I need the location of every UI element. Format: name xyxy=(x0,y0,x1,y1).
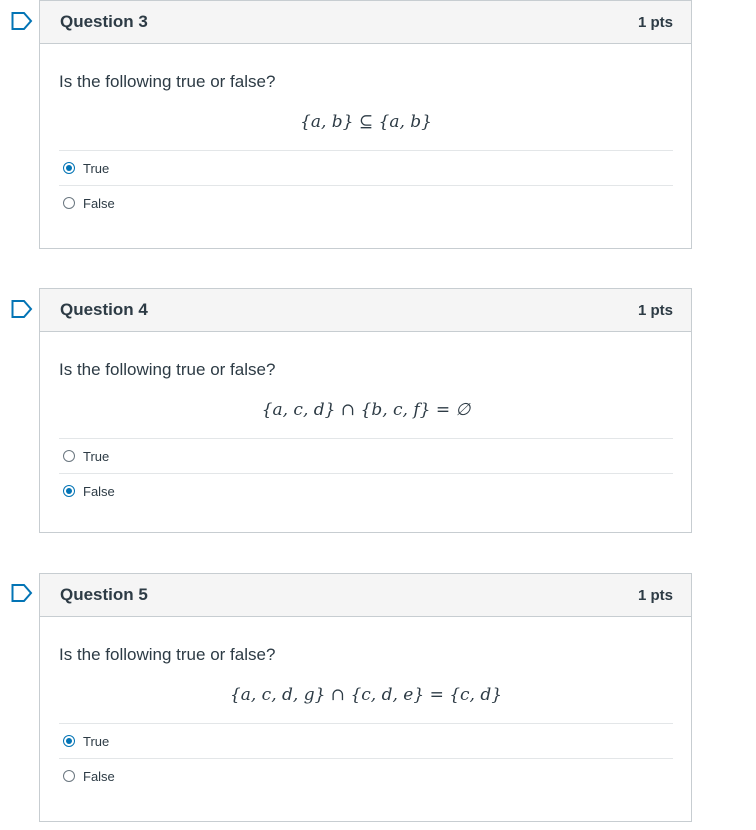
question-header: Question 4 1 pts xyxy=(40,289,691,332)
answer-label: False xyxy=(83,768,115,784)
radio-button[interactable] xyxy=(63,450,75,462)
answer-option-true[interactable]: True xyxy=(59,438,673,473)
answer-label: True xyxy=(83,733,110,749)
question-header: Question 3 1 pts xyxy=(40,1,691,44)
question-math-expression: {a, c, d, g} ∩ {c, d, e} = {c, d} xyxy=(229,685,503,705)
radio-button[interactable] xyxy=(63,735,75,747)
answer-option-false[interactable]: False xyxy=(59,758,673,793)
question-title: Question 5 xyxy=(60,585,148,604)
question-math-expression: {a, c, d} ∩ {b, c, f} = ∅ xyxy=(261,400,471,420)
question-card: Question 3 1 pts Is the following true o… xyxy=(39,0,692,249)
answer-label: False xyxy=(83,483,115,499)
question-header: Question 5 1 pts xyxy=(40,574,691,617)
answer-label: True xyxy=(83,160,110,176)
question-title: Question 3 xyxy=(60,12,148,31)
question-points: 1 pts xyxy=(637,13,673,31)
answer-option-true[interactable]: True xyxy=(59,150,673,185)
answer-option-false[interactable]: False xyxy=(59,185,673,220)
answer-list: True False xyxy=(59,150,673,220)
flag-question-icon[interactable] xyxy=(11,299,33,319)
radio-button[interactable] xyxy=(63,162,75,174)
question-points: 1 pts xyxy=(637,301,673,319)
radio-button[interactable] xyxy=(63,485,75,497)
flag-question-icon[interactable] xyxy=(11,583,33,603)
question-points: 1 pts xyxy=(637,586,673,604)
answer-option-true[interactable]: True xyxy=(59,723,673,758)
answer-label: False xyxy=(83,195,115,211)
answer-list: True False xyxy=(59,438,673,508)
radio-button[interactable] xyxy=(63,770,75,782)
question-card: Question 5 1 pts Is the following true o… xyxy=(39,573,692,822)
answer-label: True xyxy=(83,448,110,464)
question-math-expression: {a, b} ⊆ {a, b} xyxy=(300,112,432,132)
question-prompt: Is the following true or false? xyxy=(59,72,276,91)
flag-question-icon[interactable] xyxy=(11,11,33,31)
question-prompt: Is the following true or false? xyxy=(59,645,276,664)
question-prompt: Is the following true or false? xyxy=(59,360,276,379)
answer-option-false[interactable]: False xyxy=(59,473,673,508)
question-title: Question 4 xyxy=(60,300,148,319)
radio-button[interactable] xyxy=(63,197,75,209)
question-card: Question 4 1 pts Is the following true o… xyxy=(39,288,692,533)
answer-list: True False xyxy=(59,723,673,793)
